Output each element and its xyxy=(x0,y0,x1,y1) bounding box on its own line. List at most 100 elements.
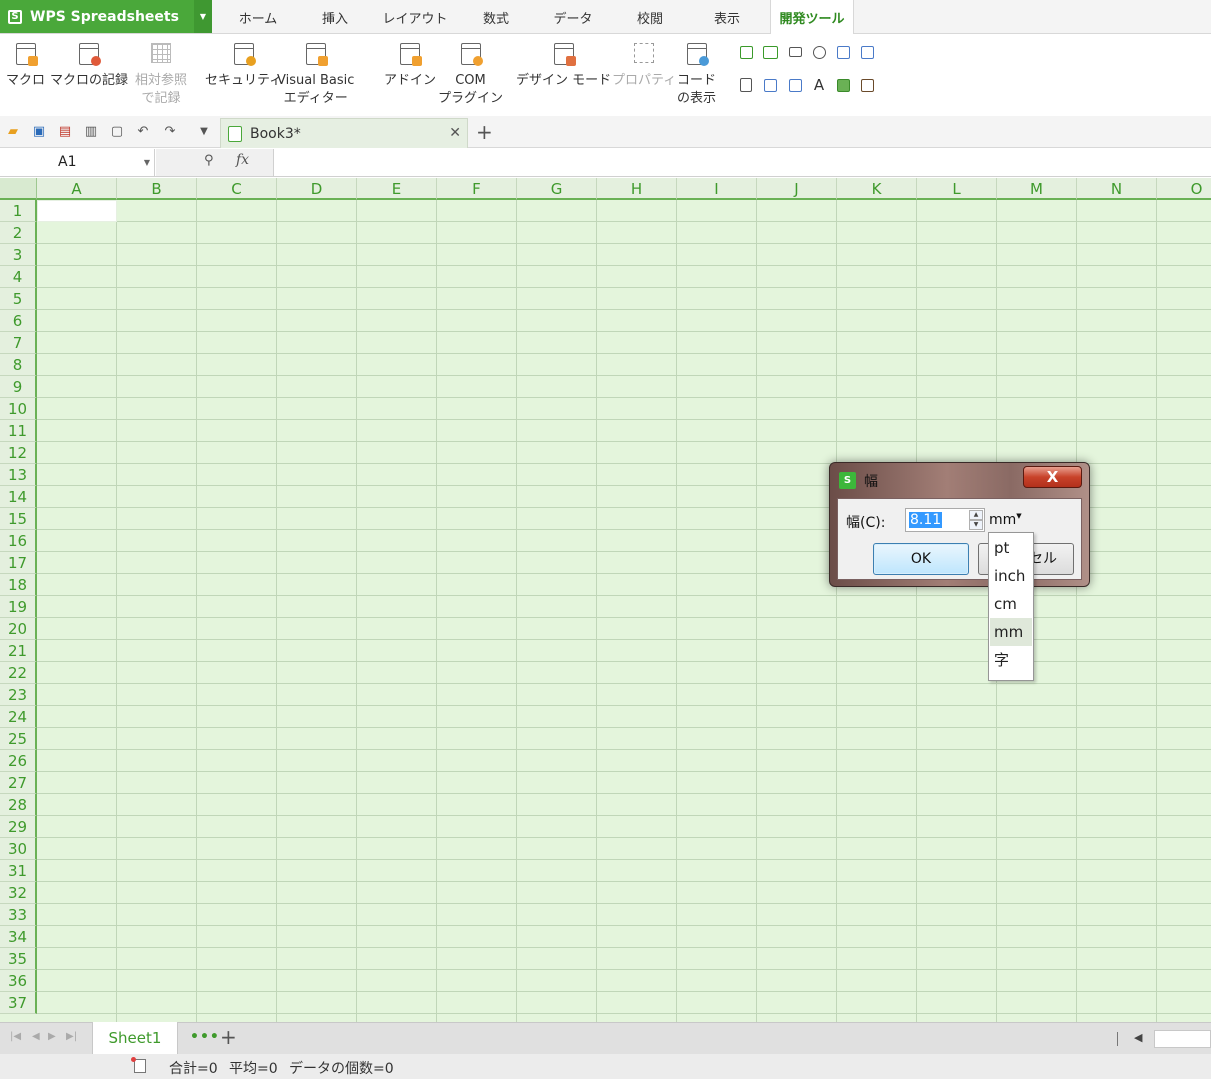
column-header[interactable]: B xyxy=(117,178,197,200)
row-header[interactable]: 21 xyxy=(0,640,37,662)
tab-insert[interactable]: 挿入 xyxy=(305,0,365,33)
record-macro-button[interactable]: マクロの記録 xyxy=(50,42,128,90)
security-button[interactable]: セキュリティ xyxy=(205,42,282,90)
app-menu-button[interactable]: S WPS Spreadsheets ▼ xyxy=(0,0,212,33)
undo-icon[interactable]: ↶ xyxy=(135,124,151,140)
row-header[interactable]: 18 xyxy=(0,574,37,596)
row-header[interactable]: 8 xyxy=(0,354,37,376)
row-header[interactable]: 28 xyxy=(0,794,37,816)
export-pdf-icon[interactable]: ▤ xyxy=(57,124,73,140)
tab-home[interactable]: ホーム xyxy=(228,0,288,33)
tab-review[interactable]: 校閲 xyxy=(622,0,678,33)
formula-input[interactable] xyxy=(275,149,1211,176)
row-header[interactable]: 10 xyxy=(0,398,37,420)
column-header[interactable]: E xyxy=(357,178,437,200)
row-header[interactable]: 25 xyxy=(0,728,37,750)
checkbox-control-icon[interactable] xyxy=(738,44,754,60)
label-control-icon[interactable]: A xyxy=(811,76,827,94)
tab-layout[interactable]: レイアウト xyxy=(380,0,450,33)
row-header[interactable]: 29 xyxy=(0,816,37,838)
row-header[interactable]: 16 xyxy=(0,530,37,552)
row-header[interactable]: 19 xyxy=(0,596,37,618)
row-header[interactable]: 26 xyxy=(0,750,37,772)
dialog-close-button[interactable]: X xyxy=(1023,466,1082,488)
properties-button[interactable]: プロパティ xyxy=(612,42,676,90)
name-box-dropdown-icon[interactable]: ▼ xyxy=(144,149,150,176)
tab-formulas[interactable]: 数式 xyxy=(468,0,524,33)
column-header[interactable]: M xyxy=(997,178,1077,200)
print-icon[interactable]: ▥ xyxy=(83,124,99,140)
row-header[interactable]: 27 xyxy=(0,772,37,794)
row-header[interactable]: 1 xyxy=(0,200,37,222)
next-sheet-icon[interactable]: ▶ xyxy=(48,1031,56,1042)
unit-option-inch[interactable]: inch xyxy=(990,562,1032,590)
row-header[interactable]: 30 xyxy=(0,838,37,860)
tab-view[interactable]: 表示 xyxy=(698,0,756,33)
row-header[interactable]: 20 xyxy=(0,618,37,640)
row-header[interactable]: 22 xyxy=(0,662,37,684)
spin-down-icon[interactable]: ▼ xyxy=(969,520,983,530)
toggle-control-icon[interactable] xyxy=(787,77,803,93)
option-button-control-icon[interactable] xyxy=(811,44,827,60)
tab-data[interactable]: データ xyxy=(543,0,603,33)
column-header[interactable]: F xyxy=(437,178,517,200)
unit-option-pt[interactable]: pt xyxy=(990,534,1032,562)
row-header[interactable]: 5 xyxy=(0,288,37,310)
row-header[interactable]: 12 xyxy=(0,442,37,464)
ok-button[interactable]: OK xyxy=(873,543,969,575)
row-header[interactable]: 13 xyxy=(0,464,37,486)
more-controls-icon[interactable] xyxy=(859,77,875,93)
column-header[interactable]: J xyxy=(757,178,837,200)
view-code-button[interactable]: コード の表示 xyxy=(677,42,716,108)
column-header[interactable]: L xyxy=(917,178,997,200)
row-header[interactable]: 34 xyxy=(0,926,37,948)
row-header[interactable]: 15 xyxy=(0,508,37,530)
sheet-tab-sheet1[interactable]: Sheet1 xyxy=(92,1022,178,1054)
customize-toolbar-icon[interactable]: ▼ xyxy=(196,124,212,140)
horizontal-scrollbar[interactable] xyxy=(1154,1030,1211,1048)
dialog-title-bar[interactable]: S 幅 X xyxy=(830,463,1089,497)
row-header[interactable]: 35 xyxy=(0,948,37,970)
row-header[interactable]: 24 xyxy=(0,706,37,728)
name-box[interactable]: A1 ▼ xyxy=(0,149,155,176)
active-cell-a1[interactable] xyxy=(37,200,117,222)
cell-area[interactable] xyxy=(37,200,1211,1022)
document-tab[interactable]: Book3* ✕ xyxy=(220,118,468,148)
spinner-control-icon[interactable] xyxy=(762,77,778,93)
redo-icon[interactable]: ↷ xyxy=(162,124,178,140)
macro-button[interactable]: マクロ xyxy=(6,42,45,90)
open-icon[interactable]: ▰ xyxy=(5,124,21,140)
last-sheet-icon[interactable]: ▶| xyxy=(66,1031,77,1042)
width-input[interactable]: 8.11 ▲ ▼ xyxy=(905,508,985,532)
new-tab-icon[interactable]: + xyxy=(476,120,493,144)
unit-option-cm[interactable]: cm xyxy=(990,590,1032,618)
row-header[interactable]: 4 xyxy=(0,266,37,288)
textbox-control-icon[interactable] xyxy=(762,44,778,60)
app-menu-dropdown-icon[interactable]: ▼ xyxy=(194,0,212,33)
row-header[interactable]: 23 xyxy=(0,684,37,706)
column-header[interactable]: A xyxy=(37,178,117,200)
listbox-control-icon[interactable] xyxy=(835,44,851,60)
column-header[interactable]: C xyxy=(197,178,277,200)
unit-select[interactable]: mm▼ xyxy=(989,512,1022,528)
design-mode-button[interactable]: デザイン モード xyxy=(516,42,611,90)
unit-option-mm[interactable]: mm xyxy=(990,618,1032,646)
addin-button[interactable]: アドイン xyxy=(384,42,436,90)
more-sheets-icon[interactable]: ••• xyxy=(190,1029,220,1045)
column-header[interactable]: K xyxy=(837,178,917,200)
column-header[interactable]: H xyxy=(597,178,677,200)
row-header[interactable]: 14 xyxy=(0,486,37,508)
scroll-divider[interactable] xyxy=(1117,1032,1118,1046)
row-header[interactable]: 7 xyxy=(0,332,37,354)
row-header[interactable]: 11 xyxy=(0,420,37,442)
row-header[interactable]: 37 xyxy=(0,992,37,1014)
insert-function-icon[interactable]: fx xyxy=(236,152,249,168)
relative-reference-button[interactable]: 相対参照 で記録 xyxy=(135,42,187,108)
first-sheet-icon[interactable]: |◀ xyxy=(10,1031,21,1042)
column-header[interactable]: G xyxy=(517,178,597,200)
row-header[interactable]: 3 xyxy=(0,244,37,266)
com-addin-button[interactable]: COM プラグイン xyxy=(438,42,503,108)
search-function-icon[interactable]: ⚲ xyxy=(204,153,214,168)
row-header[interactable]: 32 xyxy=(0,882,37,904)
column-header[interactable]: I xyxy=(677,178,757,200)
